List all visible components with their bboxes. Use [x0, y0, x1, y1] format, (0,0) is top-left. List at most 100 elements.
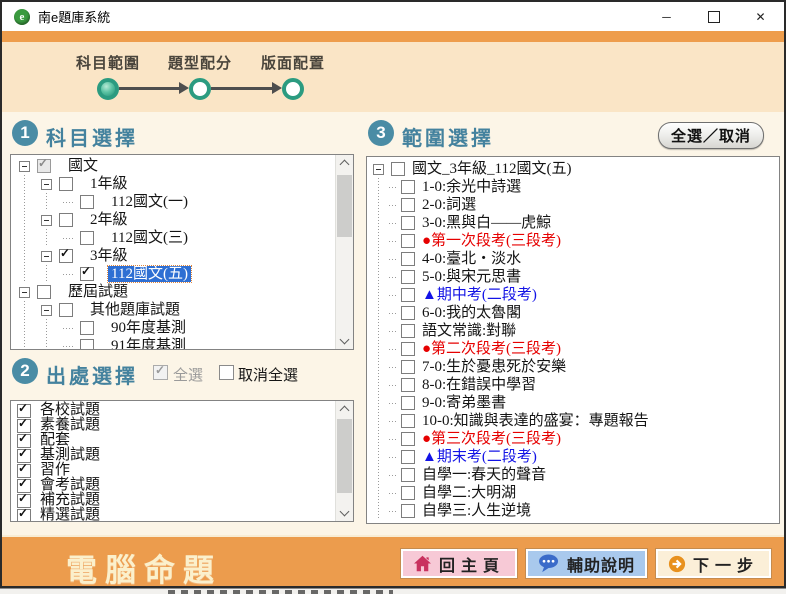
expand-icon[interactable]	[41, 305, 52, 316]
tree-item-label[interactable]: ●第一次段考(三段考)	[419, 233, 564, 249]
range-tree-item[interactable]: 自學一:春天的聲音	[373, 466, 775, 484]
source-item-label[interactable]: 素養試題	[37, 417, 103, 433]
range-tree-item[interactable]: 自學三:人生逆境	[373, 502, 775, 520]
checkbox[interactable]	[401, 450, 415, 464]
range-tree-item[interactable]: 6-0:我的太魯閣	[373, 304, 775, 322]
checkbox[interactable]	[401, 360, 415, 374]
checkbox[interactable]	[59, 246, 73, 263]
help-button[interactable]: 輔助說明	[525, 549, 647, 578]
tree-item-label[interactable]: 國文	[65, 158, 101, 174]
tree-item-label[interactable]: ●第三次段考(三段考)	[419, 431, 564, 447]
range-tree-item[interactable]: 1-0:余光中詩選	[373, 178, 775, 196]
range-tree-item[interactable]: ●第一次段考(三段考)	[373, 232, 775, 250]
tree-item-label[interactable]: 10-0:知識與表達的盛宴：專題報告	[419, 413, 652, 429]
checkbox[interactable]	[80, 231, 94, 245]
checkbox[interactable]	[401, 180, 415, 194]
range-tree-item[interactable]: 3-0:黑與白——虎鯨	[373, 214, 775, 232]
tree-item-label[interactable]: 3年級	[87, 248, 131, 264]
subject-tree-item[interactable]: 3年級	[19, 246, 333, 265]
range-tree-item[interactable]: ●第二次段考(三段考)	[373, 340, 775, 358]
range-tree-item[interactable]: ●第三次段考(三段考)	[373, 430, 775, 448]
tree-item-label[interactable]: 3-0:黑與白——虎鯨	[419, 215, 554, 231]
checkbox[interactable]	[80, 339, 94, 349]
checkbox[interactable]	[59, 177, 73, 191]
checkbox[interactable]	[401, 486, 415, 500]
range-tree-item[interactable]: 2-0:詞選	[373, 196, 775, 214]
tree-item-label[interactable]: 1-0:余光中詩選	[419, 179, 524, 195]
subject-tree-item[interactable]: 112國文(三)	[19, 229, 333, 247]
source-item-label[interactable]: 精選試題	[37, 507, 103, 522]
tree-item-label[interactable]: 90年度基測	[108, 320, 189, 336]
source-list-scrollbar[interactable]	[335, 401, 353, 521]
tree-item-label[interactable]: 歷屆試題	[65, 284, 131, 300]
tree-item-label[interactable]: 8-0:在錯誤中學習	[419, 377, 539, 393]
checkbox[interactable]	[401, 234, 415, 248]
minimize-button[interactable]: ─	[643, 2, 690, 31]
scrollbar-thumb[interactable]	[337, 175, 352, 237]
tree-item-label[interactable]: 2年級	[87, 212, 131, 228]
expand-icon[interactable]	[41, 179, 52, 190]
checkbox[interactable]	[401, 216, 415, 230]
checkbox[interactable]	[80, 264, 94, 281]
checkbox[interactable]	[401, 324, 415, 338]
expand-icon[interactable]	[19, 287, 30, 298]
expand-icon[interactable]	[41, 215, 52, 226]
source-list-item[interactable]: 習作	[15, 461, 333, 478]
subject-tree-item[interactable]: 國文	[19, 156, 333, 175]
subject-tree-item[interactable]: 112國文(五)	[19, 264, 333, 283]
source-list-item[interactable]: 會考試題	[15, 476, 333, 493]
tree-item-label[interactable]: 7-0:生於憂患死於安樂	[419, 359, 569, 375]
source-item-label[interactable]: 各校試題	[37, 402, 103, 418]
tree-item-label[interactable]: 5-0:與宋元思書	[419, 269, 524, 285]
checkbox[interactable]	[401, 270, 415, 284]
checkbox[interactable]	[80, 321, 94, 335]
tree-item-label[interactable]: 語文常識:對聯	[419, 323, 519, 339]
subject-tree-item[interactable]: 1年級	[19, 175, 333, 193]
range-tree-item[interactable]: ▲期末考(二段考)	[373, 448, 775, 466]
range-tree-item[interactable]: 自學二:大明湖	[373, 484, 775, 502]
source-item-label[interactable]: 配套	[37, 432, 73, 448]
tree-item-label[interactable]: 4-0:臺北・淡水	[419, 251, 524, 267]
source-list-item[interactable]: 基測試題	[15, 446, 333, 463]
source-list-item[interactable]: 補充試題	[15, 491, 333, 508]
subject-tree-item[interactable]: 其他題庫試題	[19, 301, 333, 319]
source-list-item[interactable]: 精選試題	[15, 506, 333, 522]
tree-item-label[interactable]: 其他題庫試題	[87, 302, 183, 318]
home-button[interactable]: 回主頁	[400, 549, 517, 578]
checkbox[interactable]	[401, 252, 415, 266]
tree-item-label[interactable]: ▲期末考(二段考)	[419, 449, 540, 465]
expand-icon[interactable]	[19, 161, 30, 172]
tree-item-label[interactable]: 1年級	[87, 176, 131, 192]
tree-item-label[interactable]: 自學三:人生逆境	[419, 503, 534, 519]
source-item-label[interactable]: 會考試題	[37, 477, 103, 493]
range-tree-item[interactable]: 5-0:與宋元思書	[373, 268, 775, 286]
checkbox[interactable]	[401, 396, 415, 410]
checkbox[interactable]	[401, 468, 415, 482]
tree-item-label[interactable]: 91年度基測	[108, 338, 189, 349]
checkbox[interactable]	[401, 432, 415, 446]
range-tree-item[interactable]: 9-0:寄弟墨書	[373, 394, 775, 412]
checkbox[interactable]	[59, 303, 73, 317]
checkbox[interactable]	[391, 162, 405, 176]
checkbox[interactable]	[401, 378, 415, 392]
range-tree-item[interactable]: 7-0:生於憂患死於安樂	[373, 358, 775, 376]
scroll-down-icon[interactable]	[336, 505, 353, 521]
checkbox[interactable]	[80, 195, 94, 209]
tree-item-label[interactable]: ▲期中考(二段考)	[419, 287, 540, 303]
scroll-up-icon[interactable]	[336, 155, 353, 171]
checkbox[interactable]	[401, 342, 415, 356]
tree-item-label[interactable]: 112國文(三)	[108, 230, 191, 246]
tree-item-label[interactable]: 自學二:大明湖	[419, 485, 519, 501]
checkbox[interactable]	[401, 198, 415, 212]
tree-item-label[interactable]: 2-0:詞選	[419, 197, 479, 213]
tree-item-label[interactable]: 自學一:春天的聲音	[419, 467, 549, 483]
checkbox[interactable]	[59, 213, 73, 227]
range-tree-item[interactable]: 4-0:臺北・淡水	[373, 250, 775, 268]
close-button[interactable]: ✕	[737, 2, 784, 31]
range-tree-item[interactable]: 8-0:在錯誤中學習	[373, 376, 775, 394]
source-item-label[interactable]: 習作	[37, 462, 73, 478]
scroll-down-icon[interactable]	[336, 333, 353, 349]
tree-item-label[interactable]: ●第二次段考(三段考)	[419, 341, 564, 357]
checkbox[interactable]	[401, 306, 415, 320]
source-item-label[interactable]: 補充試題	[37, 492, 103, 508]
